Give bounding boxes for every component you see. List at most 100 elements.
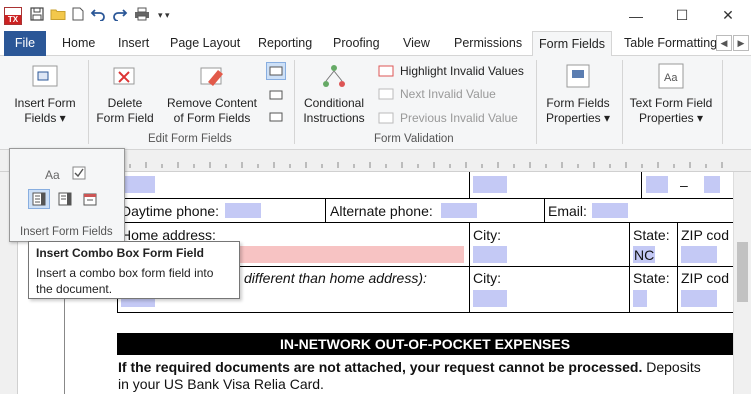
alternate-phone-label: Alternate phone: — [330, 203, 433, 219]
close-button[interactable]: ✕ — [705, 0, 751, 31]
alternate-phone-field[interactable] — [441, 203, 477, 218]
home-address-field[interactable] — [240, 246, 464, 263]
city-label: City: — [473, 227, 501, 243]
tab-form-fields[interactable]: Form Fields — [532, 31, 612, 57]
customize-dropdown-icon[interactable]: ▾ ▾ — [158, 10, 170, 21]
tab-reporting[interactable]: Reporting — [252, 31, 318, 56]
table-border — [117, 198, 733, 199]
city2-field[interactable] — [473, 290, 507, 307]
mailing-address-label: different than home address): — [244, 270, 427, 286]
notice-bold: If the required documents are not attach… — [118, 359, 643, 375]
quick-access-toolbar: ▾ ▾ — [30, 7, 170, 24]
zip-field[interactable] — [681, 246, 717, 263]
conditional-instructions-button[interactable]: Conditional Instructions — [298, 62, 370, 126]
text-field-small-icon[interactable] — [266, 62, 286, 80]
table-border — [117, 312, 733, 313]
next-invalid-value-button[interactable]: Next Invalid Value — [378, 87, 496, 101]
next-invalid-value-label: Next Invalid Value — [400, 87, 496, 101]
form-field[interactable] — [646, 176, 668, 193]
form-field[interactable] — [473, 176, 507, 193]
insert-form-fields-label: Insert Form Fields ▾ — [14, 96, 76, 125]
open-folder-icon[interactable] — [50, 7, 66, 24]
table-border — [117, 222, 733, 223]
form-field[interactable] — [121, 176, 155, 193]
ribbon-tabs: File Home Insert Page Layout Reporting P… — [0, 31, 751, 57]
table-border — [469, 172, 470, 198]
dropdown-form-field-icon[interactable] — [57, 191, 73, 210]
form-fields-properties-icon — [564, 62, 592, 90]
table-border — [641, 172, 642, 198]
form-field[interactable] — [704, 176, 720, 193]
table-border — [325, 198, 326, 222]
text-form-field-icon[interactable]: Aa — [45, 168, 60, 182]
delete-form-field-button[interactable]: Delete Form Field — [92, 62, 158, 126]
tab-permissions[interactable]: Permissions — [448, 31, 528, 56]
svg-text:Aa: Aa — [664, 72, 678, 84]
app-icon: TX — [4, 6, 22, 25]
section-header: IN-NETWORK OUT-OF-POCKET EXPENSES — [117, 333, 733, 355]
tooltip: Insert Combo Box Form Field Insert a com… — [28, 241, 240, 299]
redo-icon[interactable] — [112, 7, 128, 24]
checkbox-form-field-icon[interactable] — [72, 166, 86, 183]
email-label: Email: — [548, 203, 587, 219]
delete-form-field-icon — [111, 62, 139, 90]
highlight-icon — [378, 65, 394, 77]
print-icon[interactable] — [134, 7, 152, 24]
field-icon-3[interactable] — [268, 110, 284, 127]
conditional-instructions-label: Conditional Instructions — [303, 96, 365, 125]
state-label: State: — [633, 227, 670, 243]
highlight-invalid-values-label: Highlight Invalid Values — [400, 64, 524, 78]
zip2-label: ZIP cod — [681, 270, 729, 286]
zip-label: ZIP cod — [681, 227, 729, 243]
tab-proofing[interactable]: Proofing — [327, 31, 386, 56]
tab-table-formatting[interactable]: Table Formatting — [618, 31, 718, 56]
text-form-field-properties-button[interactable]: Aa Text Form Field Properties ▾ — [626, 62, 716, 126]
city-field[interactable] — [473, 246, 507, 263]
insert-form-fields-button[interactable]: Insert Form Fields ▾ — [10, 62, 80, 126]
tooltip-description: Insert a combo box form field into the d… — [36, 266, 214, 296]
notice-rest: Deposits — [642, 359, 701, 375]
tab-scroll-right-icon[interactable]: ▶ — [733, 35, 749, 51]
tab-view[interactable]: View — [397, 31, 436, 56]
insert-form-fields-group-label: Insert Form Fields — [20, 226, 113, 238]
save-icon[interactable] — [30, 7, 44, 24]
new-document-icon[interactable] — [72, 7, 84, 24]
city2-label: City: — [473, 270, 501, 286]
highlight-invalid-values-button[interactable]: Highlight Invalid Values — [378, 64, 524, 78]
previous-invalid-icon — [378, 112, 394, 124]
vertical-scrollbar[interactable] — [733, 172, 751, 394]
field-icon-2[interactable] — [268, 88, 284, 105]
previous-invalid-value-label: Previous Invalid Value — [400, 111, 518, 125]
delete-form-field-label: Delete Form Field — [96, 96, 154, 125]
text-form-field-properties-label: Text Form Field Properties ▾ — [629, 96, 713, 125]
scrollbar-thumb[interactable] — [737, 242, 748, 302]
daytime-phone-field[interactable] — [225, 203, 261, 218]
notice-line-2: in your US Bank Visa Relia Card. — [118, 376, 324, 392]
daytime-phone-label: Daytime phone: — [121, 203, 220, 219]
undo-icon[interactable] — [90, 7, 106, 24]
tab-page-layout[interactable]: Page Layout — [164, 31, 246, 56]
tab-scroll-left-icon[interactable]: ◀ — [716, 35, 732, 51]
form-fields-properties-label: Form Fields Properties ▾ — [545, 96, 611, 125]
form-validation-group-label: Form Validation — [374, 133, 454, 145]
dash-text: – — [680, 177, 688, 193]
table-border — [544, 198, 545, 222]
date-form-field-icon[interactable] — [82, 191, 98, 210]
table-border — [677, 222, 678, 312]
zip2-field[interactable] — [681, 290, 717, 307]
maximize-button[interactable]: ☐ — [659, 0, 705, 31]
combo-box-form-field-icon[interactable] — [28, 189, 50, 209]
form-fields-properties-button[interactable]: Form Fields Properties ▾ — [540, 62, 616, 126]
email-field[interactable] — [592, 203, 628, 218]
tab-home[interactable]: Home — [56, 31, 101, 56]
table-border — [469, 222, 470, 312]
previous-invalid-value-button[interactable]: Previous Invalid Value — [378, 111, 518, 125]
state2-field[interactable] — [633, 290, 647, 307]
tab-file[interactable]: File — [4, 31, 46, 56]
remove-content-button[interactable]: Remove Content of Form Fields — [162, 62, 262, 126]
minimize-button[interactable]: — — [613, 0, 659, 31]
tab-insert[interactable]: Insert — [112, 31, 155, 56]
notice-line-1: If the required documents are not attach… — [118, 359, 733, 375]
conditional-instructions-icon — [320, 62, 348, 90]
insert-form-fields-popup: Aa Insert Form Fields — [9, 148, 125, 242]
